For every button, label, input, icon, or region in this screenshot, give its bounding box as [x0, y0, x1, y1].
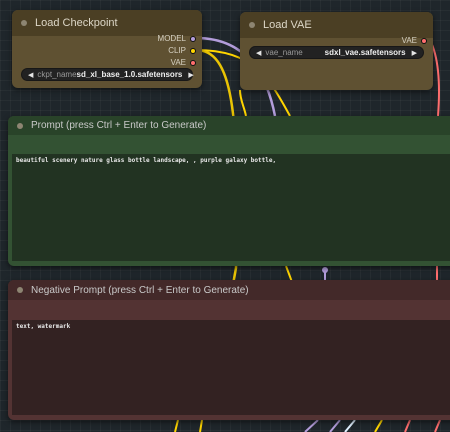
vae-slot-icon[interactable]: [421, 37, 427, 44]
negative-prompt-textarea[interactable]: text, watermark: [12, 320, 450, 415]
slot-label: CLIP: [168, 46, 186, 55]
output-slot-clip[interactable]: CLIP: [168, 46, 196, 55]
node-title: Load Checkpoint: [35, 17, 118, 29]
slot-label: VAE: [401, 36, 417, 45]
load-checkpoint-node[interactable]: Load Checkpoint MODEL CLIP VAE ◀ ckpt_na…: [12, 10, 202, 88]
arrow-left-icon[interactable]: ◀: [28, 71, 33, 79]
node-header[interactable]: Negative Prompt (press Ctrl + Enter to G…: [8, 280, 450, 300]
output-slot-model[interactable]: MODEL: [158, 34, 196, 43]
graph-canvas[interactable]: Load Checkpoint MODEL CLIP VAE ◀ ckpt_na…: [0, 0, 450, 432]
positive-prompt-node[interactable]: Prompt (press Ctrl + Enter to Generate) …: [8, 116, 450, 266]
output-slot-vae[interactable]: VAE: [402, 36, 427, 45]
collapse-dot-icon[interactable]: [17, 287, 23, 293]
slot-label: VAE: [170, 58, 186, 67]
ckpt-name-combo[interactable]: ◀ ckpt_name sd_xl_base_1.0.safetensors ▶: [21, 68, 194, 81]
model-slot-icon[interactable]: [190, 35, 196, 42]
bottom-wire: [434, 419, 441, 432]
vae-slot-icon[interactable]: [190, 59, 196, 66]
bottom-wire: [344, 419, 356, 432]
clip-slot-icon[interactable]: [190, 47, 196, 54]
model-reroute-dot: [322, 267, 328, 273]
widget-value: sdxl_vae.safetensors: [324, 48, 406, 57]
bottom-wire: [404, 419, 411, 432]
bottom-wire: [199, 419, 203, 432]
node-title: Negative Prompt (press Ctrl + Enter to G…: [31, 284, 249, 296]
negative-prompt-node[interactable]: Negative Prompt (press Ctrl + Enter to G…: [8, 280, 450, 420]
node-title: Load VAE: [263, 19, 312, 31]
arrow-left-icon[interactable]: ◀: [256, 49, 261, 57]
bottom-wire: [174, 419, 179, 432]
bottom-wire: [374, 419, 383, 432]
widget-value: sd_xl_base_1.0.safetensors: [76, 70, 183, 79]
collapse-dot-icon[interactable]: [17, 122, 23, 129]
node-header[interactable]: Load VAE: [240, 12, 433, 38]
widget-label: ckpt_name: [37, 70, 77, 79]
vae-wire: [239, 89, 247, 117]
vae-name-combo[interactable]: ◀ vae_name sdxl_vae.safetensors ▶: [249, 46, 424, 59]
output-slot-vae[interactable]: VAE: [171, 58, 196, 67]
bottom-wire: [304, 419, 319, 432]
node-title: Prompt (press Ctrl + Enter to Generate): [31, 120, 207, 131]
bottom-wire: [329, 419, 341, 432]
arrow-right-icon[interactable]: ▶: [188, 71, 193, 79]
collapse-dot-icon[interactable]: [21, 20, 27, 26]
arrow-right-icon[interactable]: ▶: [412, 49, 417, 57]
load-vae-node[interactable]: Load VAE VAE ◀ vae_name sdxl_vae.safeten…: [240, 12, 433, 90]
collapse-dot-icon[interactable]: [249, 22, 255, 28]
node-header[interactable]: Load Checkpoint: [12, 10, 202, 36]
node-header[interactable]: Prompt (press Ctrl + Enter to Generate): [8, 116, 450, 135]
widget-label: vae_name: [265, 48, 303, 57]
slot-label: MODEL: [157, 34, 186, 43]
prompt-textarea[interactable]: beautiful scenery nature glass bottle la…: [12, 154, 450, 261]
